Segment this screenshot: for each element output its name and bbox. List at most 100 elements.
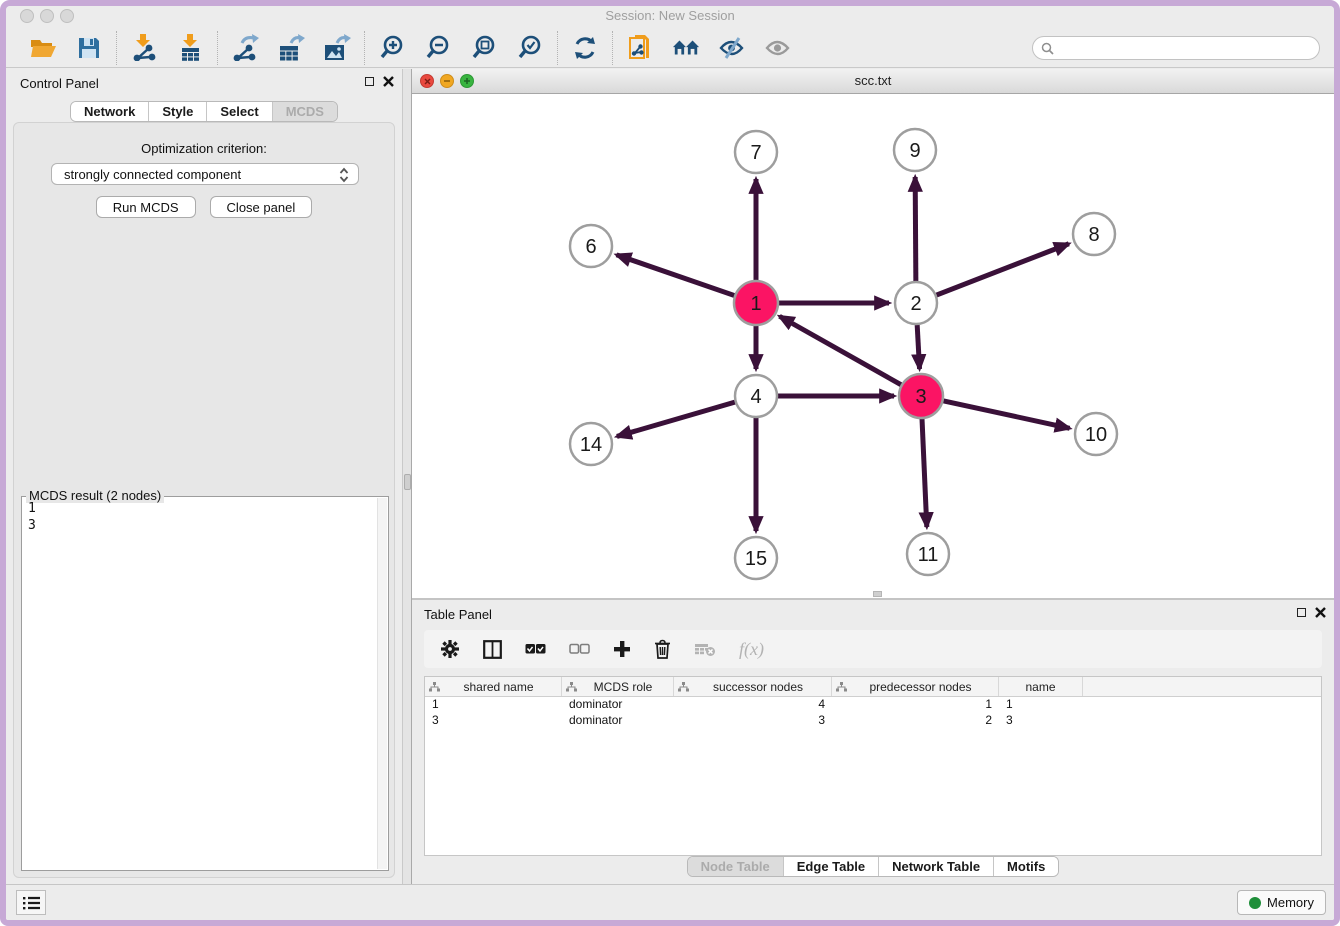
hide-graphics-icon[interactable] bbox=[718, 34, 746, 62]
edge-4-14[interactable] bbox=[617, 402, 735, 436]
table-cell[interactable]: 1 bbox=[832, 697, 999, 713]
network-home-icon[interactable] bbox=[672, 34, 700, 62]
table-tab-edge-table[interactable]: Edge Table bbox=[784, 857, 879, 876]
table-tab-motifs[interactable]: Motifs bbox=[994, 857, 1058, 876]
column-header-label: successor nodes bbox=[689, 680, 827, 694]
search-icon bbox=[1041, 42, 1054, 60]
status-bar: Memory bbox=[6, 884, 1334, 920]
zoom-selected-icon[interactable] bbox=[516, 34, 544, 62]
network-scrollbar-thumb[interactable] bbox=[873, 591, 882, 597]
table-cell[interactable]: 2 bbox=[832, 713, 999, 729]
graph-node-label-4: 4 bbox=[750, 386, 761, 408]
edge-3-1[interactable] bbox=[780, 316, 902, 385]
import-table-icon[interactable] bbox=[176, 34, 204, 62]
edge-2-3[interactable] bbox=[917, 325, 919, 369]
zoom-fit-icon[interactable] bbox=[470, 34, 498, 62]
table-row[interactable]: 3dominator323 bbox=[425, 713, 1321, 729]
network-window-titlebar[interactable]: scc.txt bbox=[412, 69, 1334, 94]
gear-icon[interactable] bbox=[440, 639, 460, 659]
table-panel: Table Panel bbox=[412, 598, 1334, 884]
columns-icon[interactable] bbox=[483, 640, 502, 659]
clone-network-icon[interactable] bbox=[626, 34, 654, 62]
edge-1-6[interactable] bbox=[617, 255, 736, 296]
table-row[interactable]: 1dominator411 bbox=[425, 697, 1321, 713]
column-header-label: MCDS role bbox=[577, 680, 669, 694]
save-session-icon[interactable] bbox=[75, 34, 103, 62]
zoom-in-icon[interactable] bbox=[378, 34, 406, 62]
apply-function-icon: f(x) bbox=[739, 639, 764, 660]
table-cell[interactable]: 4 bbox=[674, 697, 832, 713]
tab-select[interactable]: Select bbox=[207, 102, 272, 121]
control-panel-header: Control Panel bbox=[6, 69, 402, 97]
mcds-result-text[interactable]: 1 3 bbox=[24, 500, 376, 868]
open-file-icon[interactable] bbox=[29, 34, 57, 62]
export-table-icon[interactable] bbox=[277, 34, 305, 62]
column-header-name[interactable]: name bbox=[999, 677, 1083, 696]
graph-node-label-1: 1 bbox=[750, 293, 761, 315]
edge-3-11[interactable] bbox=[922, 418, 927, 527]
float-panel-icon[interactable] bbox=[365, 77, 374, 86]
table-cell[interactable]: 1 bbox=[425, 697, 562, 713]
column-header-MCDS-role[interactable]: MCDS role bbox=[562, 677, 674, 696]
tab-network[interactable]: Network bbox=[71, 102, 149, 121]
column-type-icon bbox=[429, 682, 440, 692]
import-network-icon[interactable] bbox=[130, 34, 158, 62]
deselect-all-icon[interactable] bbox=[569, 643, 590, 655]
select-all-icon[interactable] bbox=[525, 643, 546, 655]
criterion-dropdown-value: strongly connected component bbox=[64, 167, 241, 182]
show-graphics-icon[interactable] bbox=[764, 34, 792, 62]
panel-split-divider[interactable] bbox=[402, 69, 412, 884]
tab-label: Node Table bbox=[701, 859, 770, 874]
table-panel-title: Table Panel bbox=[424, 607, 492, 622]
trash-icon[interactable] bbox=[654, 639, 671, 659]
close-panel-button-label: Close panel bbox=[227, 200, 296, 215]
column-header-predecessor-nodes[interactable]: predecessor nodes bbox=[832, 677, 999, 696]
export-image-icon[interactable] bbox=[323, 34, 351, 62]
network-canvas[interactable]: 7968124314101511 bbox=[412, 94, 1334, 598]
tab-mcds[interactable]: MCDS bbox=[273, 102, 337, 121]
graph-node-label-7: 7 bbox=[750, 142, 761, 164]
close-panel-button[interactable]: Close panel bbox=[210, 196, 313, 218]
memory-button[interactable]: Memory bbox=[1237, 890, 1326, 915]
task-history-button[interactable] bbox=[16, 890, 46, 915]
column-header-successor-nodes[interactable]: successor nodes bbox=[674, 677, 832, 696]
tab-style[interactable]: Style bbox=[149, 102, 207, 121]
mcds-result-box: MCDS result (2 nodes) 1 3 bbox=[21, 496, 389, 871]
run-mcds-button[interactable]: Run MCDS bbox=[96, 196, 196, 218]
table-close-panel-icon[interactable] bbox=[1315, 607, 1326, 618]
table-cell[interactable]: dominator bbox=[562, 697, 674, 713]
application-window: Session: New Session bbox=[0, 0, 1340, 926]
tab-label: Edge Table bbox=[797, 859, 865, 874]
result-scrollbar[interactable] bbox=[377, 498, 387, 869]
network-view-window: scc.txt 7968124314101511 bbox=[412, 69, 1334, 598]
zoom-out-icon[interactable] bbox=[424, 34, 452, 62]
node-table-body: 1dominator4113dominator323 bbox=[425, 697, 1321, 729]
column-header-shared-name[interactable]: shared name bbox=[425, 677, 562, 696]
table-cell[interactable]: 3 bbox=[425, 713, 562, 729]
edge-3-10[interactable] bbox=[942, 401, 1069, 429]
node-table[interactable]: shared name MCDS role successor nodes prede… bbox=[424, 676, 1322, 856]
close-panel-icon[interactable] bbox=[383, 76, 394, 87]
run-mcds-button-label: Run MCDS bbox=[113, 200, 179, 215]
table-tab-node-table[interactable]: Node Table bbox=[688, 857, 784, 876]
table-tab-network-table[interactable]: Network Table bbox=[879, 857, 994, 876]
table-cell[interactable]: 3 bbox=[999, 713, 1083, 729]
divider-grip[interactable] bbox=[404, 474, 411, 490]
tab-label: Network bbox=[84, 104, 135, 119]
search-field-wrap bbox=[1032, 36, 1320, 60]
titlebar: Session: New Session bbox=[6, 6, 1334, 28]
export-network-icon[interactable] bbox=[231, 34, 259, 62]
criterion-dropdown[interactable]: strongly connected component bbox=[51, 163, 359, 185]
table-cell[interactable]: dominator bbox=[562, 713, 674, 729]
add-row-icon[interactable] bbox=[613, 640, 631, 658]
search-input[interactable] bbox=[1032, 36, 1320, 60]
table-cell[interactable]: 1 bbox=[999, 697, 1083, 713]
edge-2-8[interactable] bbox=[937, 244, 1069, 295]
column-type-icon bbox=[566, 682, 577, 692]
edge-2-9[interactable] bbox=[915, 177, 916, 281]
refresh-layout-icon[interactable] bbox=[571, 34, 599, 62]
table-float-panel-icon[interactable] bbox=[1297, 608, 1306, 617]
graph-node-label-3: 3 bbox=[915, 386, 926, 408]
graph-node-label-15: 15 bbox=[745, 548, 767, 570]
table-cell[interactable]: 3 bbox=[674, 713, 832, 729]
